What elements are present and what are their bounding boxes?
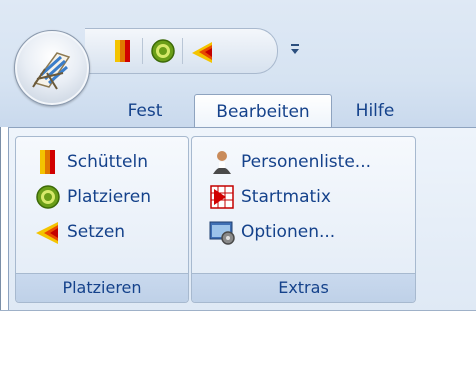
platzieren-button[interactable]: Platzieren [34, 180, 151, 214]
startmatix-label: Startmatix [241, 187, 331, 207]
platzieren-label: Platzieren [67, 187, 152, 207]
setzen-label: Setzen [67, 222, 126, 242]
options-icon [208, 218, 236, 246]
person-list-icon [208, 148, 236, 176]
group-extras: Personenliste... Startmatix Optionen... … [191, 136, 416, 303]
group-platzieren: Schütteln Platzieren Setzen Platzieren [15, 136, 189, 303]
group-label-extras: Extras [192, 273, 415, 302]
qat-place-button[interactable] [189, 37, 217, 65]
startmatix-button[interactable]: Startmatix [208, 180, 331, 214]
chevron-down-icon [291, 44, 299, 54]
personenliste-label: Personenliste... [241, 152, 371, 172]
schuetteln-button[interactable]: Schütteln [34, 145, 148, 179]
shake-icon [115, 40, 130, 62]
tab-bearbeiten[interactable]: Bearbeiten [194, 94, 332, 128]
quick-access-toolbar [85, 28, 278, 74]
target-icon [34, 183, 62, 211]
qat-separator [182, 38, 183, 64]
setzen-button[interactable]: Setzen [34, 215, 125, 249]
group-label-platzieren: Platzieren [16, 273, 188, 302]
schuetteln-label: Schütteln [67, 152, 148, 172]
target-icon [151, 39, 175, 63]
optionen-label: Optionen... [241, 222, 336, 242]
place-arrow-icon [192, 42, 212, 63]
start-matrix-icon [208, 183, 236, 211]
beach-chair-icon [32, 52, 71, 90]
shake-icon [34, 148, 62, 176]
place-arrow-icon [34, 218, 62, 246]
tab-fest[interactable]: Fest [112, 94, 178, 128]
content-area [0, 310, 476, 369]
tab-hilfe[interactable]: Hilfe [340, 94, 410, 128]
qat-shake-button[interactable] [109, 37, 137, 65]
qat-target-button[interactable] [149, 37, 177, 65]
qat-customize-button[interactable] [289, 41, 301, 55]
application-button[interactable] [14, 30, 90, 106]
personenliste-button[interactable]: Personenliste... [208, 145, 371, 179]
optionen-button[interactable]: Optionen... [208, 215, 335, 249]
qat-separator [142, 38, 143, 64]
